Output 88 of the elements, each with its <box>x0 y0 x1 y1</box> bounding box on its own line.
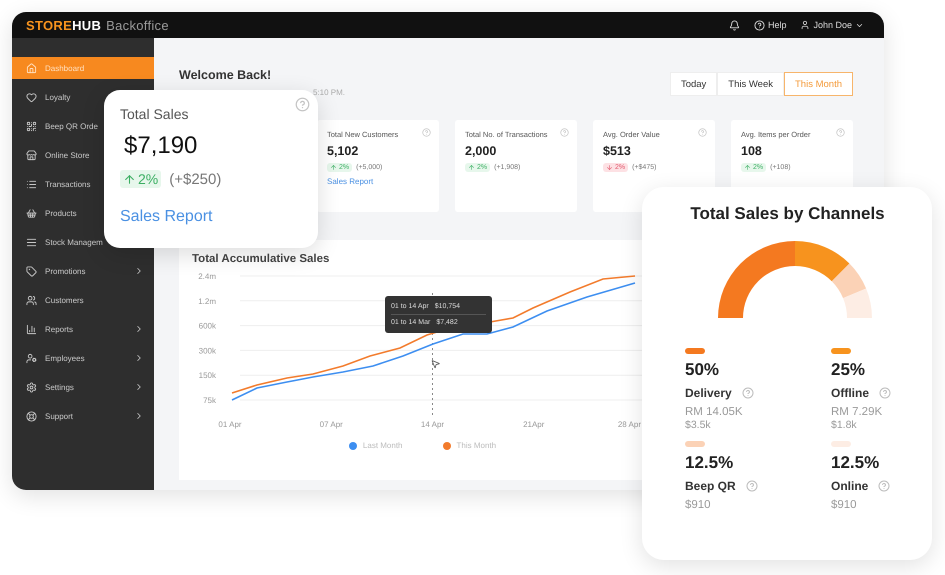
stat-value: 5,102 <box>327 144 360 158</box>
help-icon[interactable] <box>422 128 431 137</box>
heart-icon <box>26 92 37 102</box>
stat-value: 108 <box>741 144 763 158</box>
help-icon[interactable] <box>742 387 754 399</box>
help-icon[interactable] <box>836 128 845 137</box>
change-badge: 2% <box>120 170 162 188</box>
channel-name: Delivery <box>685 386 732 400</box>
channel-amount: $910 <box>685 499 712 511</box>
sales-value: $7,190 <box>124 132 198 160</box>
help-icon[interactable] <box>560 128 569 137</box>
help-icon[interactable] <box>698 128 707 137</box>
sidebar-item[interactable]: Support <box>12 405 154 427</box>
sidebar-item[interactable]: Stock Managem <box>12 231 103 253</box>
arrow-down-icon <box>606 164 613 171</box>
channel-amount: RM 14.05K <box>685 406 744 418</box>
stat-value: $513 <box>603 144 632 158</box>
sidebar-item[interactable]: Promotions <box>12 260 154 282</box>
legend-label: This Month <box>456 441 496 450</box>
channel-amount: $910 <box>831 499 858 511</box>
user-menu[interactable]: John Doe <box>800 20 864 30</box>
arrow-up-icon <box>123 172 136 186</box>
channel-percent: 25% <box>831 360 866 380</box>
sidebar-item[interactable]: Beep QR Orde <box>12 115 98 137</box>
channel-name: Beep QR <box>685 479 736 493</box>
logo: STOREHUB Backoffice <box>26 18 169 32</box>
people-icon <box>26 352 37 364</box>
legend-label: Last Month <box>362 441 402 450</box>
period-tab[interactable]: Today <box>670 72 718 96</box>
help-icon[interactable] <box>746 480 758 492</box>
axis-label: 21Apr <box>523 420 544 429</box>
channel-percent: 12.5% <box>831 453 880 473</box>
sidebar-item[interactable]: Settings <box>12 376 154 398</box>
bell-icon[interactable] <box>728 20 740 30</box>
card-title: Total Sales by Channels <box>689 204 886 224</box>
chart-title: Total Accumulative Sales <box>192 253 330 265</box>
basket-icon <box>26 208 37 218</box>
sidebar-item[interactable]: Reports <box>12 318 154 340</box>
sidebar-item[interactable]: Products <box>12 202 77 224</box>
help-icon[interactable] <box>295 97 310 112</box>
list-icon <box>26 178 37 190</box>
sidebar-item[interactable]: Online Store <box>12 144 90 166</box>
donut-slice <box>842 288 872 318</box>
card-title: Total Sales <box>120 106 190 122</box>
arrow-up-icon <box>330 164 337 171</box>
channel-amount: $3.5k <box>685 419 712 431</box>
people-icon <box>26 294 37 306</box>
axis-label: 14 Apr <box>420 420 444 429</box>
cursor-icon <box>432 360 440 368</box>
home-icon <box>26 62 37 74</box>
sidebar-item[interactable]: Customers <box>12 289 84 311</box>
channel-percent: 50% <box>685 360 720 380</box>
stat-value: 2,000 <box>465 144 498 158</box>
bar-chart-icon <box>26 324 37 334</box>
axis-label: 600k <box>198 322 216 331</box>
help-link[interactable]: Help <box>754 20 786 30</box>
help-icon[interactable] <box>879 387 891 399</box>
channel-name: Offline <box>831 386 869 400</box>
qr-code-icon <box>26 120 37 132</box>
change-delta: (+$250) <box>169 170 222 188</box>
axis-label: 300k <box>198 346 216 356</box>
axis-label: 28 Apr <box>618 420 641 429</box>
axis-label: 2.4m <box>198 272 216 281</box>
settings-icon <box>26 382 37 392</box>
welcome-subtitle: 5:10 PM. <box>312 88 346 97</box>
axis-label: 150k <box>198 371 216 380</box>
tag-icon <box>26 266 37 276</box>
channel-amount: $1.8k <box>831 419 858 431</box>
axis-label: 01 Apr <box>218 420 242 429</box>
sidebar-item[interactable]: Loyalty <box>12 86 70 108</box>
stack-icon <box>26 236 37 248</box>
arrow-up-icon <box>468 164 475 171</box>
axis-label: 1.2m <box>198 296 216 306</box>
sidebar-item[interactable]: Transactions <box>12 173 90 195</box>
axis-label: 07 Apr <box>320 420 343 429</box>
channel-amount: RM 7.29K <box>831 406 884 418</box>
welcome-title: Welcome Back! <box>179 68 272 82</box>
life-buoy-icon <box>26 410 37 422</box>
help-icon <box>754 20 765 30</box>
store-icon <box>26 150 37 160</box>
sidebar-item[interactable]: Employees <box>12 347 154 369</box>
help-icon[interactable] <box>878 480 890 492</box>
channel-name: Online <box>831 479 868 493</box>
period-tab[interactable]: This Week <box>717 72 784 96</box>
arrow-up-icon <box>744 164 751 171</box>
user-icon <box>800 20 810 30</box>
axis-label: 75k <box>203 396 216 405</box>
channel-percent: 12.5% <box>685 453 734 473</box>
